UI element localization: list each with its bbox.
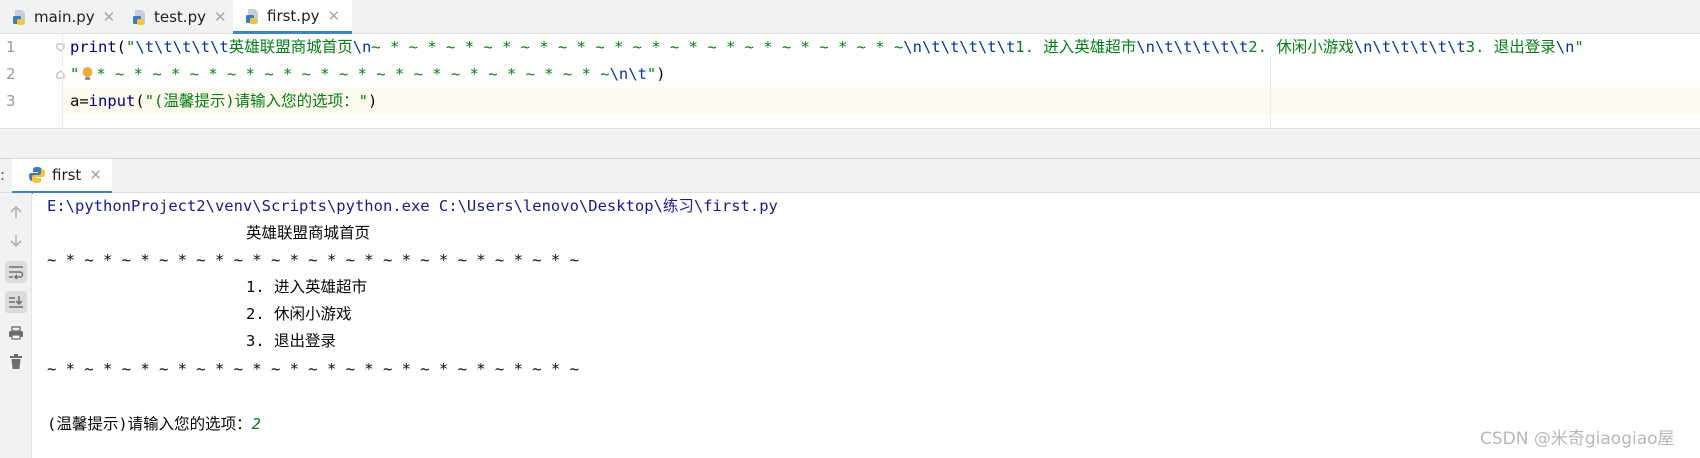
quote: " (70, 65, 80, 83)
variable-assign: a= (70, 92, 89, 110)
python-icon (29, 167, 45, 183)
run-command-line[interactable]: E:\pythonProject2\venv\Scripts\python.ex… (47, 193, 778, 220)
python-file-icon (246, 8, 258, 24)
code-line-1[interactable]: print("\t\t\t\t\t英雄联盟商城首页\n~ * ~ * ~ * ~… (70, 34, 1584, 61)
line-number: 2 (6, 65, 16, 83)
line-gutter: 1 2 3 (0, 34, 65, 128)
menu-divider: ~ * ~ * ~ * ~ * ~ * ~ * ~ * ~ * ~ * ~ * … (47, 251, 579, 269)
close-icon[interactable]: ✕ (89, 166, 102, 184)
code-line-3[interactable]: a=input("(温馨提示)请输入您的选项：") (70, 88, 377, 115)
editor-bottom-strip (0, 128, 1700, 158)
code-line-2[interactable]: " * ~ * ~ * ~ * ~ * ~ * ~ * ~ * ~ * ~ * ~… (70, 61, 666, 88)
scroll-to-end-icon[interactable] (5, 291, 27, 313)
input-prompt: (温馨提示)请输入您的选项： (47, 415, 252, 433)
menu-title: 英雄联盟商城首页 (246, 224, 371, 242)
user-input-value[interactable]: 2 (252, 415, 261, 433)
escape-seq: \n\t (609, 65, 647, 83)
run-tab-first[interactable]: first ✕ (12, 159, 112, 194)
input-function: input (88, 92, 136, 110)
console-output[interactable]: E:\pythonProject2\venv\Scripts\python.ex… (33, 193, 1700, 458)
string-literal: 2. 休闲小游戏 (1248, 38, 1354, 56)
print-icon[interactable] (5, 322, 27, 344)
string-literal: 英雄联盟商城首页 (228, 38, 353, 56)
python-file-icon (133, 10, 145, 25)
close-icon[interactable]: ✕ (103, 8, 116, 26)
fold-icon[interactable] (56, 43, 65, 52)
escape-seq: \n\t\t\t\t\t (1353, 38, 1466, 56)
string-literal: * ~ * ~ * ~ * ~ * ~ * ~ * ~ * ~ * ~ * ~ … (96, 65, 610, 83)
arrow-up-icon[interactable] (5, 201, 27, 223)
menu-divider-bottom: ~ * ~ * ~ * ~ * ~ * ~ * ~ * ~ * ~ * ~ * … (47, 360, 579, 378)
escape-seq: \n (352, 38, 372, 56)
code-editor[interactable]: 1 2 3 print("\t\t\t\t\t英雄联盟商城首页\n~ * ~ *… (0, 34, 1700, 128)
menu-option-2: 2. 休闲小游戏 (246, 305, 352, 323)
tab-first-py[interactable]: first.py ✕ (233, 0, 353, 34)
input-prompt-line[interactable]: (温馨提示)请输入您的选项：2 (47, 411, 261, 438)
close-icon[interactable]: ✕ (327, 7, 340, 25)
run-label: : (0, 166, 6, 184)
quote: " (1574, 38, 1584, 56)
fold-icon[interactable] (56, 70, 65, 79)
right-margin-guide (1270, 56, 1271, 128)
run-panel-header: : first ✕ (0, 158, 1700, 194)
quote: " (646, 65, 657, 83)
escape-seq: \n\t\t\t\t\t (1136, 38, 1249, 56)
paren: ( (135, 92, 145, 110)
string-literal: "(温馨提示)请输入您的选项：" (144, 92, 369, 110)
print-function: print (70, 38, 117, 56)
close-icon[interactable]: ✕ (214, 8, 227, 26)
paren: ) (656, 65, 666, 83)
paren: ) (368, 92, 378, 110)
run-toolbar (0, 193, 32, 458)
tab-main-py[interactable]: main.py ✕ (12, 0, 115, 34)
string-literal: 3. 退出登录 (1465, 38, 1556, 56)
paren: ( (116, 38, 127, 56)
escape-seq: \n (1555, 38, 1575, 56)
tab-label: main.py (34, 8, 95, 26)
menu-option-3: 3. 退出登录 (246, 332, 336, 350)
run-tab-label: first (52, 166, 82, 184)
quote: " (126, 38, 136, 56)
tab-label: first.py (267, 6, 320, 25)
tab-test-py[interactable]: test.py ✕ (132, 0, 227, 34)
string-literal: ~ * ~ * ~ * ~ * ~ * ~ * ~ * ~ * ~ * ~ * … (371, 38, 904, 56)
trash-icon[interactable] (5, 351, 27, 373)
tab-label: test.py (154, 8, 206, 26)
arrow-down-icon[interactable] (5, 230, 27, 252)
menu-option-1: 1. 进入英雄超市 (246, 278, 367, 296)
escape-seq: \t\t\t\t\t (135, 38, 229, 56)
string-literal: 1. 进入英雄超市 (1015, 38, 1137, 56)
editor-tab-bar: main.py ✕ test.py ✕ first.py ✕ (0, 0, 1700, 34)
soft-wrap-icon[interactable] (5, 261, 27, 283)
escape-seq: \n\t\t\t\t\t (903, 38, 1016, 56)
line-number: 3 (6, 92, 16, 110)
line-number: 1 (6, 38, 16, 56)
lightbulb-icon[interactable] (81, 66, 94, 81)
python-file-icon (13, 10, 25, 25)
watermark: CSDN @米奇giaogiao屋 (1480, 429, 1675, 449)
